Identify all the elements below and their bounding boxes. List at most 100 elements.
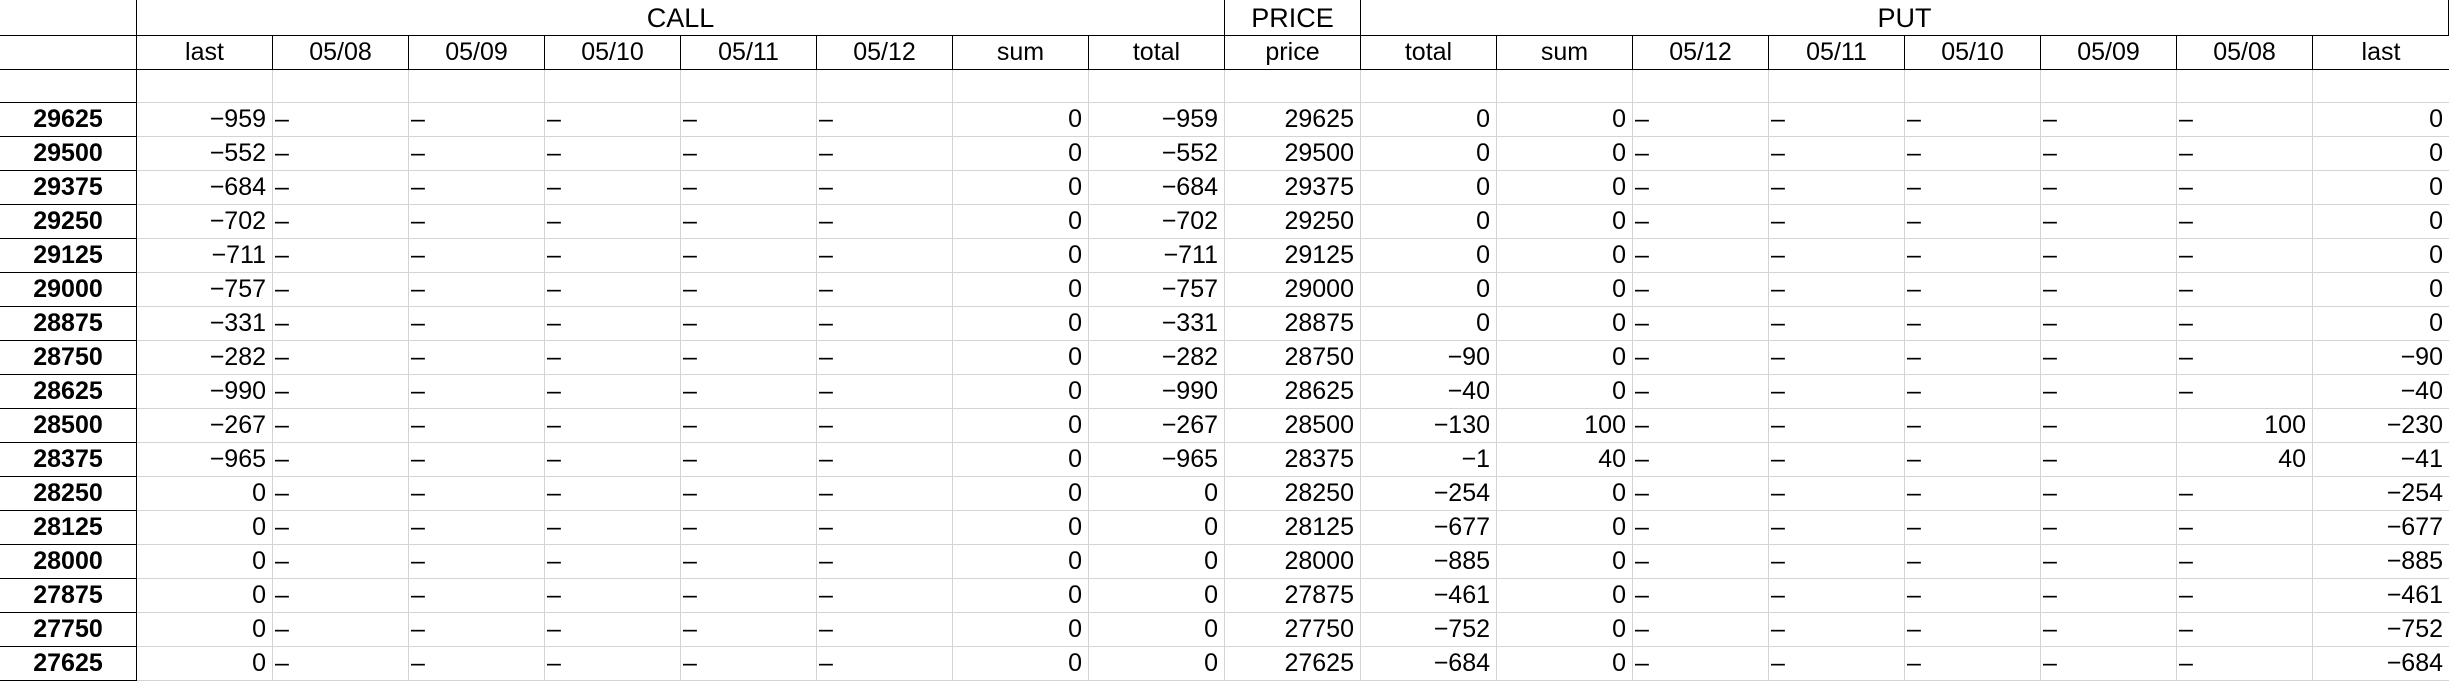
column-header[interactable]: 05/09 (2041, 36, 2177, 70)
table-cell[interactable]: – (273, 443, 409, 477)
table-cell[interactable]: – (273, 477, 409, 511)
table-cell[interactable]: 27875 (1225, 579, 1361, 613)
table-cell[interactable]: – (1769, 545, 1905, 579)
table-cell[interactable]: – (273, 239, 409, 273)
table-cell[interactable]: – (409, 375, 545, 409)
table-cell[interactable]: – (1769, 239, 1905, 273)
column-header[interactable]: 05/10 (545, 36, 681, 70)
table-cell[interactable]: −702 (137, 205, 273, 239)
table-cell[interactable]: −254 (2313, 477, 2449, 511)
table-cell[interactable]: – (409, 477, 545, 511)
row-header[interactable]: 27875 (0, 579, 137, 613)
table-cell[interactable]: −230 (2313, 409, 2449, 443)
row-header[interactable]: 29125 (0, 239, 137, 273)
table-cell[interactable]: – (817, 579, 953, 613)
table-cell[interactable]: – (817, 545, 953, 579)
table-cell[interactable]: – (1633, 647, 1769, 681)
table-cell[interactable]: – (273, 375, 409, 409)
table-cell[interactable]: 0 (953, 477, 1089, 511)
table-cell[interactable]: 0 (137, 545, 273, 579)
group-header-call[interactable]: CALL (137, 0, 1225, 36)
table-cell[interactable]: – (273, 341, 409, 375)
table-cell[interactable]: – (1769, 273, 1905, 307)
table-cell[interactable]: – (817, 137, 953, 171)
row-header[interactable]: 27625 (0, 647, 137, 681)
table-cell[interactable]: −757 (137, 273, 273, 307)
blank-cell[interactable] (1225, 70, 1361, 103)
table-cell[interactable]: – (681, 409, 817, 443)
table-cell[interactable]: 0 (1089, 511, 1225, 545)
table-cell[interactable]: −959 (137, 103, 273, 137)
table-cell[interactable]: – (2177, 647, 2313, 681)
table-cell[interactable]: – (2177, 375, 2313, 409)
table-cell[interactable]: −331 (137, 307, 273, 341)
table-cell[interactable]: – (2041, 647, 2177, 681)
table-cell[interactable]: – (1905, 511, 2041, 545)
table-cell[interactable]: – (1633, 545, 1769, 579)
table-cell[interactable]: 0 (2313, 273, 2449, 307)
table-cell[interactable]: – (2041, 477, 2177, 511)
table-cell[interactable]: 0 (1497, 307, 1633, 341)
table-cell[interactable]: – (817, 409, 953, 443)
table-cell[interactable]: 0 (137, 647, 273, 681)
column-header[interactable]: 05/11 (1769, 36, 1905, 70)
table-cell[interactable]: – (2041, 579, 2177, 613)
blank-cell[interactable] (1905, 70, 2041, 103)
column-header[interactable]: last (2313, 36, 2449, 70)
table-cell[interactable]: 0 (1497, 511, 1633, 545)
table-cell[interactable]: 0 (1361, 137, 1497, 171)
table-cell[interactable]: – (2177, 341, 2313, 375)
table-cell[interactable]: −254 (1361, 477, 1497, 511)
table-cell[interactable]: 0 (1089, 545, 1225, 579)
table-cell[interactable]: – (2177, 273, 2313, 307)
table-cell[interactable]: – (681, 579, 817, 613)
table-cell[interactable]: – (2041, 341, 2177, 375)
table-cell[interactable]: 40 (1497, 443, 1633, 477)
table-cell[interactable]: – (817, 171, 953, 205)
table-cell[interactable]: – (1905, 647, 2041, 681)
table-cell[interactable]: 0 (953, 443, 1089, 477)
table-cell[interactable]: – (409, 511, 545, 545)
table-cell[interactable]: 0 (1497, 137, 1633, 171)
table-cell[interactable]: – (2177, 579, 2313, 613)
table-cell[interactable]: 28375 (1225, 443, 1361, 477)
table-cell[interactable]: – (2177, 511, 2313, 545)
table-cell[interactable]: – (409, 613, 545, 647)
table-cell[interactable]: – (681, 137, 817, 171)
table-cell[interactable]: – (1633, 205, 1769, 239)
table-cell[interactable]: −677 (2313, 511, 2449, 545)
table-cell[interactable]: 0 (953, 171, 1089, 205)
table-cell[interactable]: – (1905, 341, 2041, 375)
table-cell[interactable]: – (2177, 545, 2313, 579)
table-cell[interactable]: – (817, 477, 953, 511)
row-header[interactable]: 28750 (0, 341, 137, 375)
table-cell[interactable]: – (2041, 545, 2177, 579)
table-cell[interactable]: 0 (953, 579, 1089, 613)
table-cell[interactable]: – (545, 545, 681, 579)
table-cell[interactable]: – (2041, 511, 2177, 545)
table-cell[interactable]: −90 (2313, 341, 2449, 375)
table-cell[interactable]: – (1905, 477, 2041, 511)
table-cell[interactable]: – (273, 409, 409, 443)
table-cell[interactable]: – (2041, 239, 2177, 273)
table-cell[interactable]: – (1769, 647, 1905, 681)
table-cell[interactable]: 0 (1361, 205, 1497, 239)
table-cell[interactable]: – (409, 341, 545, 375)
table-cell[interactable]: – (2177, 477, 2313, 511)
table-cell[interactable]: – (273, 545, 409, 579)
table-cell[interactable]: – (545, 205, 681, 239)
table-cell[interactable]: – (1905, 545, 2041, 579)
table-cell[interactable]: – (1905, 443, 2041, 477)
table-cell[interactable]: −965 (1089, 443, 1225, 477)
blank-cell[interactable] (1769, 70, 1905, 103)
table-cell[interactable]: −965 (137, 443, 273, 477)
table-cell[interactable]: – (2041, 103, 2177, 137)
column-header[interactable]: 05/09 (409, 36, 545, 70)
blank-cell[interactable] (1633, 70, 1769, 103)
table-cell[interactable]: 29625 (1225, 103, 1361, 137)
table-cell[interactable]: – (817, 341, 953, 375)
table-cell[interactable]: – (2041, 307, 2177, 341)
table-cell[interactable]: −1 (1361, 443, 1497, 477)
table-cell[interactable]: – (409, 239, 545, 273)
blank-cell[interactable] (1361, 70, 1497, 103)
